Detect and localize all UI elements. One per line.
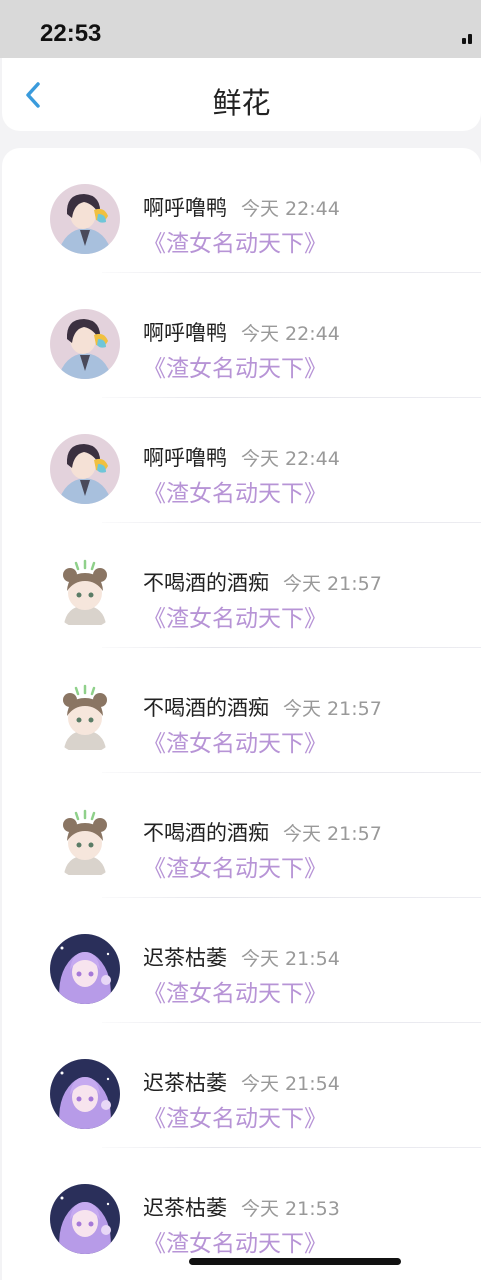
home-indicator[interactable] [189,1258,401,1265]
raccoon-chibi-avatar-icon [50,684,120,754]
list-item[interactable]: 不喝酒的酒痴 今天 21:57 《渣女名动天下》 [2,523,481,648]
page-title: 鲜花 [212,86,271,120]
timestamp: 今天 21:54 [241,1073,340,1095]
timestamp: 今天 21:54 [241,948,340,970]
list-item[interactable]: 啊呼噜鸭 今天 22:44 《渣女名动天下》 [2,148,481,273]
avatar[interactable] [50,559,120,629]
list-item[interactable]: 迟茶枯萎 今天 21:54 《渣女名动天下》 [2,1023,481,1148]
anime-boy-avatar-icon [50,184,120,254]
user-name[interactable]: 不喝酒的酒痴 [143,696,269,720]
user-name[interactable]: 啊呼噜鸭 [143,446,227,470]
book-link[interactable]: 《渣女名动天下》 [143,224,327,258]
book-link[interactable]: 《渣女名动天下》 [143,849,327,883]
book-link[interactable]: 《渣女名动天下》 [143,724,327,758]
list-item[interactable]: 不喝酒的酒痴 今天 21:57 《渣女名动天下》 [2,648,481,773]
raccoon-chibi-avatar-icon [50,559,120,629]
list-item[interactable]: 迟茶枯萎 今天 21:53 《渣女名动天下》 [2,1148,481,1273]
status-bar: 22:53 [0,0,481,58]
avatar[interactable] [50,434,120,504]
avatar[interactable] [50,184,120,254]
list-item[interactable]: 啊呼噜鸭 今天 22:44 《渣女名动天下》 [2,398,481,523]
timestamp: 今天 21:57 [283,823,382,845]
avatar[interactable] [50,684,120,754]
timestamp: 今天 22:44 [241,448,340,470]
purple-hair-girl-avatar-icon [50,1184,120,1254]
book-link[interactable]: 《渣女名动天下》 [143,1224,327,1258]
book-link[interactable]: 《渣女名动天下》 [143,599,327,633]
list-item[interactable]: 不喝酒的酒痴 今天 21:57 《渣女名动天下》 [2,773,481,898]
header: 鲜花 [2,58,481,131]
list-item[interactable]: 迟茶枯萎 今天 21:54 《渣女名动天下》 [2,898,481,1023]
user-name[interactable]: 啊呼噜鸭 [143,196,227,220]
anime-boy-avatar-icon [50,434,120,504]
user-name[interactable]: 不喝酒的酒痴 [143,821,269,845]
avatar[interactable] [50,809,120,879]
timestamp: 今天 22:44 [241,198,340,220]
purple-hair-girl-avatar-icon [50,934,120,1004]
status-time: 22:53 [40,20,102,47]
timestamp: 今天 21:57 [283,698,382,720]
list-item[interactable]: 啊呼噜鸭 今天 22:44 《渣女名动天下》 [2,273,481,398]
avatar[interactable] [50,309,120,379]
signal-icon [462,30,481,44]
book-link[interactable]: 《渣女名动天下》 [143,474,327,508]
user-name[interactable]: 不喝酒的酒痴 [143,571,269,595]
user-name[interactable]: 啊呼噜鸭 [143,321,227,345]
timestamp: 今天 21:53 [241,1198,340,1220]
book-link[interactable]: 《渣女名动天下》 [143,1099,327,1133]
user-name[interactable]: 迟茶枯萎 [143,1196,227,1220]
avatar[interactable] [50,934,120,1004]
timestamp: 今天 21:57 [283,573,382,595]
book-link[interactable]: 《渣女名动天下》 [143,974,327,1008]
avatar[interactable] [50,1059,120,1129]
flower-list: 啊呼噜鸭 今天 22:44 《渣女名动天下》 啊呼噜鸭 今天 22:44 《渣女名动… [2,148,481,1280]
book-link[interactable]: 《渣女名动天下》 [143,349,327,383]
raccoon-chibi-avatar-icon [50,809,120,879]
purple-hair-girl-avatar-icon [50,1059,120,1129]
timestamp: 今天 22:44 [241,323,340,345]
user-name[interactable]: 迟茶枯萎 [143,946,227,970]
avatar[interactable] [50,1184,120,1254]
user-name[interactable]: 迟茶枯萎 [143,1071,227,1095]
anime-boy-avatar-icon [50,309,120,379]
